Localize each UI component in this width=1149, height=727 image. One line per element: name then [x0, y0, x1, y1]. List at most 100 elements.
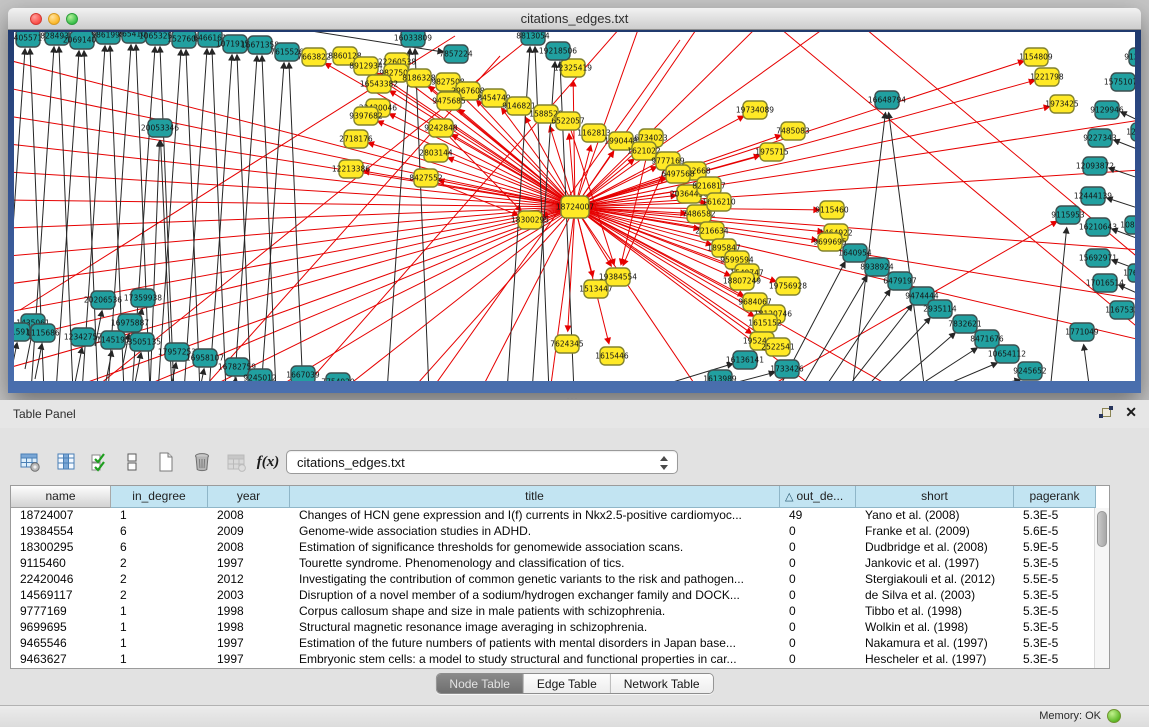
- table-cell[interactable]: 2: [111, 588, 208, 604]
- delete-icon[interactable]: [188, 448, 216, 476]
- column-header-out_de[interactable]: △out_de...: [780, 486, 856, 508]
- table-cell[interactable]: 1997: [208, 636, 290, 652]
- table-cell[interactable]: 5.3E-5: [1014, 556, 1096, 572]
- table-column-icon[interactable]: [52, 448, 80, 476]
- table-row[interactable]: 1938455462009Genome-wide association stu…: [11, 524, 1109, 540]
- table-cell[interactable]: 5.9E-5: [1014, 540, 1096, 556]
- column-header-short[interactable]: short: [856, 486, 1014, 508]
- table-row[interactable]: 911546021997Tourette syndrome. Phenomeno…: [11, 556, 1109, 572]
- table-cell[interactable]: 1: [111, 508, 208, 524]
- table-cell[interactable]: 9465546: [11, 636, 111, 652]
- table-cell[interactable]: Nakamura et al. (1997): [856, 636, 1014, 652]
- table-cell[interactable]: 0: [780, 620, 856, 636]
- table-cell[interactable]: Estimation of the future numbers of pati…: [290, 636, 780, 652]
- select-rows-icon[interactable]: [86, 448, 114, 476]
- table-cell[interactable]: Stergiakouli et al. (2012): [856, 572, 1014, 588]
- table-cell[interactable]: Tibbo et al. (1998): [856, 604, 1014, 620]
- table-cell[interactable]: 5.3E-5: [1014, 652, 1096, 668]
- table-cell[interactable]: 18300295: [11, 540, 111, 556]
- table-cell[interactable]: Tourette syndrome. Phenomenology and cla…: [290, 556, 780, 572]
- table-cell[interactable]: Wolkin et al. (1998): [856, 620, 1014, 636]
- new-document-icon[interactable]: [152, 448, 180, 476]
- table-cell[interactable]: de Silva et al. (2003): [856, 588, 1014, 604]
- table-cell[interactable]: 9699695: [11, 620, 111, 636]
- column-header-title[interactable]: title: [290, 486, 780, 508]
- table-cell[interactable]: 1998: [208, 604, 290, 620]
- table-cell[interactable]: 1997: [208, 652, 290, 668]
- table-cell[interactable]: 14569117: [11, 588, 111, 604]
- table-cell[interactable]: 9463627: [11, 652, 111, 668]
- tab-node-table[interactable]: Node Table: [436, 674, 524, 693]
- table-cell[interactable]: 2003: [208, 588, 290, 604]
- table-cell[interactable]: 2012: [208, 572, 290, 588]
- table-cell[interactable]: 0: [780, 540, 856, 556]
- table-row[interactable]: 946362711997Embryonic stem cells: a mode…: [11, 652, 1109, 668]
- table-cell[interactable]: 0: [780, 652, 856, 668]
- table-cell[interactable]: 6: [111, 540, 208, 556]
- table-cell[interactable]: Changes of HCN gene expression and I(f) …: [290, 508, 780, 524]
- network-canvas[interactable]: 1405571782849332069140698619987654105106…: [14, 32, 1135, 381]
- table-cell[interactable]: 2008: [208, 540, 290, 556]
- table-cell[interactable]: 0: [780, 556, 856, 572]
- table-cell[interactable]: 5.3E-5: [1014, 508, 1096, 524]
- table-cell[interactable]: 5.3E-5: [1014, 636, 1096, 652]
- table-cell[interactable]: 1: [111, 620, 208, 636]
- table-cell[interactable]: 5.3E-5: [1014, 588, 1096, 604]
- table-row[interactable]: 977716911998Corpus callosum shape and si…: [11, 604, 1109, 620]
- table-settings-icon[interactable]: [16, 448, 44, 476]
- window-titlebar[interactable]: citations_edges.txt: [8, 8, 1141, 30]
- table-cell[interactable]: 5.3E-5: [1014, 620, 1096, 636]
- table-cell[interactable]: Corpus callosum shape and size in male p…: [290, 604, 780, 620]
- table-cell[interactable]: 9115460: [11, 556, 111, 572]
- row-height-icon[interactable]: [118, 448, 146, 476]
- table-cell[interactable]: Franke et al. (2009): [856, 524, 1014, 540]
- table-cell[interactable]: 0: [780, 588, 856, 604]
- table-cell[interactable]: 2009: [208, 524, 290, 540]
- table-row[interactable]: 946554611997Estimation of the future num…: [11, 636, 1109, 652]
- table-cell[interactable]: 2: [111, 572, 208, 588]
- table-selector[interactable]: citations_edges.txt: [286, 450, 678, 474]
- table-cell[interactable]: Estimation of significance thresholds fo…: [290, 540, 780, 556]
- table-scrollbar-thumb[interactable]: [1097, 511, 1107, 547]
- column-header-name[interactable]: name: [11, 486, 111, 508]
- tab-network-table[interactable]: Network Table: [611, 674, 713, 693]
- close-panel-icon[interactable]: ✕: [1125, 404, 1137, 421]
- table-cell[interactable]: 5.5E-5: [1014, 572, 1096, 588]
- column-header-in_degree[interactable]: in_degree: [111, 486, 208, 508]
- table-cell[interactable]: 2008: [208, 508, 290, 524]
- table-cell[interactable]: 5.6E-5: [1014, 524, 1096, 540]
- table-cell[interactable]: 6: [111, 524, 208, 540]
- table-cell[interactable]: 0: [780, 636, 856, 652]
- table-row[interactable]: 969969511998Structural magnetic resonanc…: [11, 620, 1109, 636]
- table-cell[interactable]: 22420046: [11, 572, 111, 588]
- table-cell[interactable]: Jankovic et al. (1997): [856, 556, 1014, 572]
- import-table-icon[interactable]: [222, 448, 250, 476]
- table-row[interactable]: 1456911722003Disruption of a novel membe…: [11, 588, 1109, 604]
- function-icon[interactable]: f(x): [254, 448, 282, 476]
- table-cell[interactable]: Structural magnetic resonance image aver…: [290, 620, 780, 636]
- table-row[interactable]: 1830029562008Estimation of significance …: [11, 540, 1109, 556]
- table-cell[interactable]: 0: [780, 524, 856, 540]
- table-cell[interactable]: Disruption of a novel member of a sodium…: [290, 588, 780, 604]
- table-cell[interactable]: 1: [111, 604, 208, 620]
- table-cell[interactable]: Embryonic stem cells: a model to study s…: [290, 652, 780, 668]
- table-cell[interactable]: 1998: [208, 620, 290, 636]
- table-cell[interactable]: 18724007: [11, 508, 111, 524]
- table-cell[interactable]: Dudbridge et al. (2008): [856, 540, 1014, 556]
- table-row[interactable]: 1872400712008Changes of HCN gene express…: [11, 508, 1109, 524]
- table-scrollbar[interactable]: [1094, 508, 1109, 668]
- table-cell[interactable]: 2: [111, 556, 208, 572]
- table-cell[interactable]: 0: [780, 572, 856, 588]
- column-header-pagerank[interactable]: pagerank: [1014, 486, 1096, 508]
- float-panel-icon[interactable]: [1099, 406, 1113, 420]
- column-header-year[interactable]: year: [208, 486, 290, 508]
- table-cell[interactable]: 9777169: [11, 604, 111, 620]
- table-cell[interactable]: Genome-wide association studies in ADHD.: [290, 524, 780, 540]
- tab-edge-table[interactable]: Edge Table: [524, 674, 611, 693]
- memory-status-icon[interactable]: [1107, 709, 1121, 723]
- table-cell[interactable]: 1: [111, 652, 208, 668]
- table-cell[interactable]: 1: [111, 636, 208, 652]
- table-cell[interactable]: 19384554: [11, 524, 111, 540]
- table-row[interactable]: 2242004622012Investigating the contribut…: [11, 572, 1109, 588]
- table-cell[interactable]: 0: [780, 604, 856, 620]
